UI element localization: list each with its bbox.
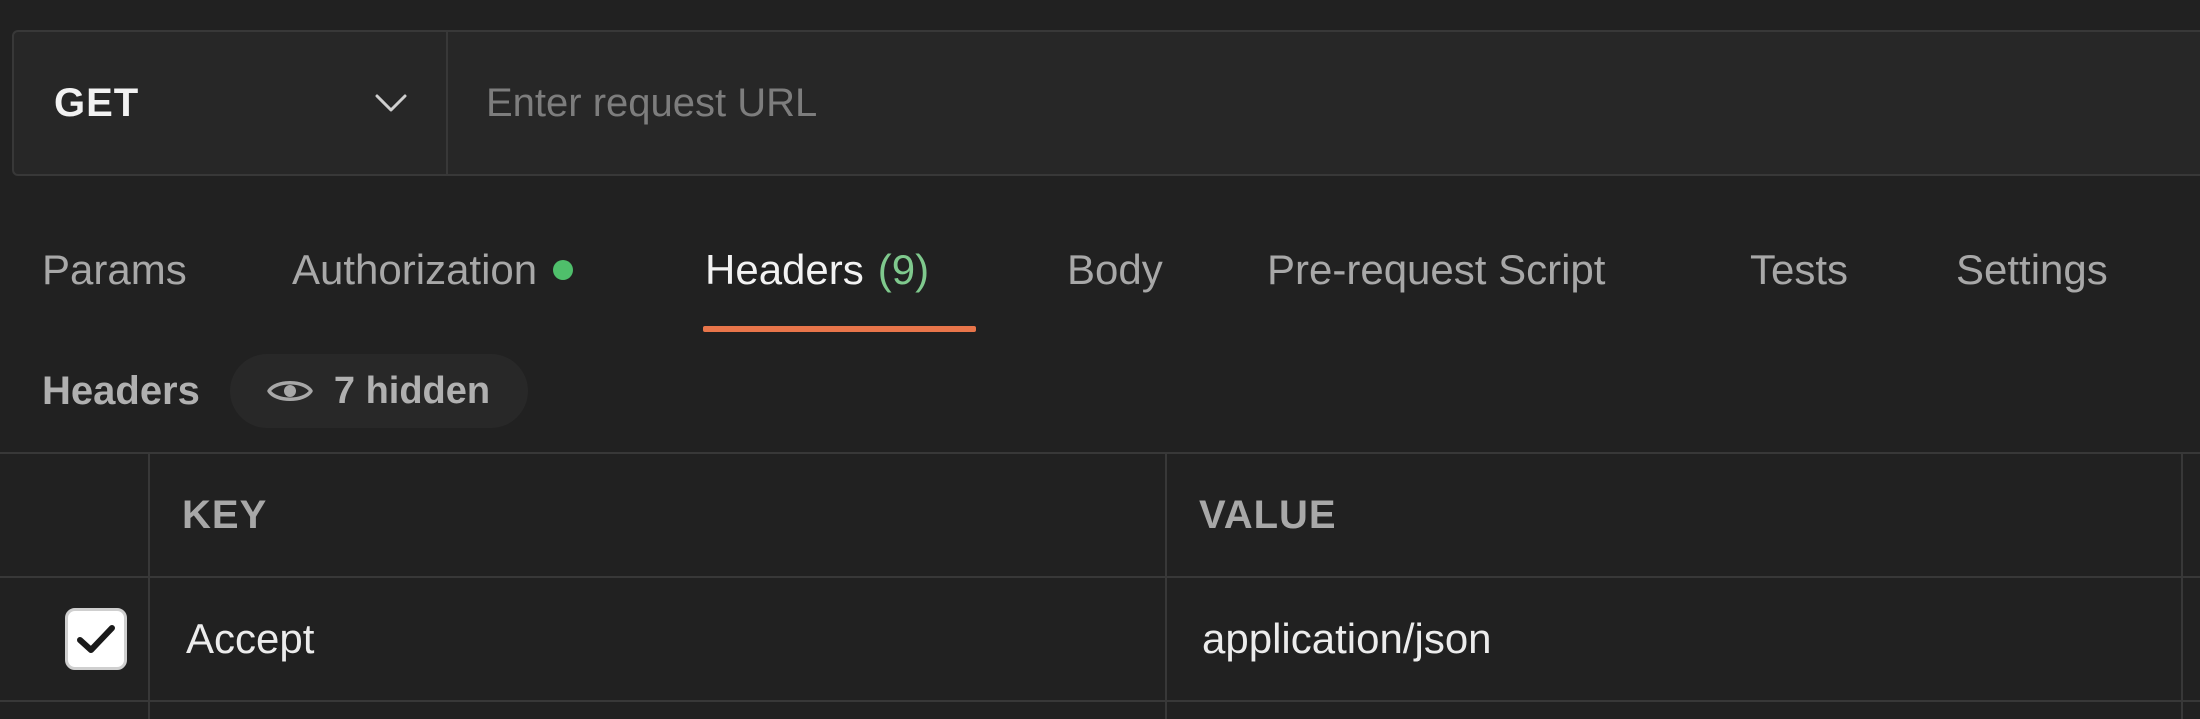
chevron-down-icon (375, 94, 407, 112)
tab-label: Authorization (292, 246, 538, 293)
tab-label: Headers (705, 246, 864, 293)
tab-label: Tests (1750, 246, 1849, 293)
column-header-value: VALUE (1199, 454, 1337, 576)
tab-pre-request-script[interactable]: Pre-request Script (1267, 222, 1605, 332)
tab-count-badge: (9) (877, 246, 930, 293)
header-key: Accept (186, 615, 315, 662)
table-header-row: KEY VALUE (0, 454, 2200, 578)
headers-table: KEY VALUE Accept application/json (0, 452, 2200, 719)
tab-authorization[interactable]: Authorization (292, 222, 574, 332)
header-value: application/json (1202, 615, 1492, 662)
key-cell[interactable]: Accept (186, 578, 314, 700)
tab-headers[interactable]: Headers (9) (705, 222, 929, 332)
hidden-count-label: 7 hidden (333, 369, 491, 412)
request-editor: GET Params Authorization Headers (9) Body… (0, 0, 2200, 719)
tab-body[interactable]: Body (1067, 222, 1163, 332)
row-enabled-checkbox[interactable] (65, 608, 127, 670)
request-url-input[interactable] (448, 32, 2200, 174)
tab-label: Settings (1956, 246, 2108, 293)
tab-tests[interactable]: Tests (1750, 222, 1848, 332)
request-tabs: Params Authorization Headers (9) Body Pre… (0, 222, 2200, 332)
method-label: GET (54, 80, 140, 125)
column-divider (2181, 454, 2183, 719)
column-divider (1165, 454, 1167, 719)
row-checkbox-cell (65, 578, 127, 700)
value-cell[interactable]: application/json (1202, 578, 1492, 700)
column-header-label: VALUE (1199, 492, 1337, 537)
table-row: Accept application/json (0, 578, 2200, 702)
hidden-headers-toggle[interactable]: 7 hidden (229, 354, 529, 428)
tab-label: Body (1067, 246, 1163, 293)
section-title: Headers (42, 368, 200, 413)
url-bar: GET (12, 30, 2200, 176)
active-tab-indicator (703, 326, 976, 332)
method-dropdown[interactable]: GET (14, 32, 448, 174)
status-dot (553, 259, 574, 280)
eye-icon (267, 381, 313, 401)
checkmark-icon (77, 625, 115, 653)
tab-label: Params (42, 246, 187, 293)
column-divider (148, 454, 150, 719)
column-header-label: KEY (182, 492, 268, 537)
column-header-key: KEY (182, 454, 267, 576)
tab-settings[interactable]: Settings (1956, 222, 2108, 332)
tab-label: Pre-request Script (1267, 246, 1606, 293)
headers-toolbar: Headers 7 hidden (42, 354, 529, 428)
tab-params[interactable]: Params (42, 222, 187, 332)
